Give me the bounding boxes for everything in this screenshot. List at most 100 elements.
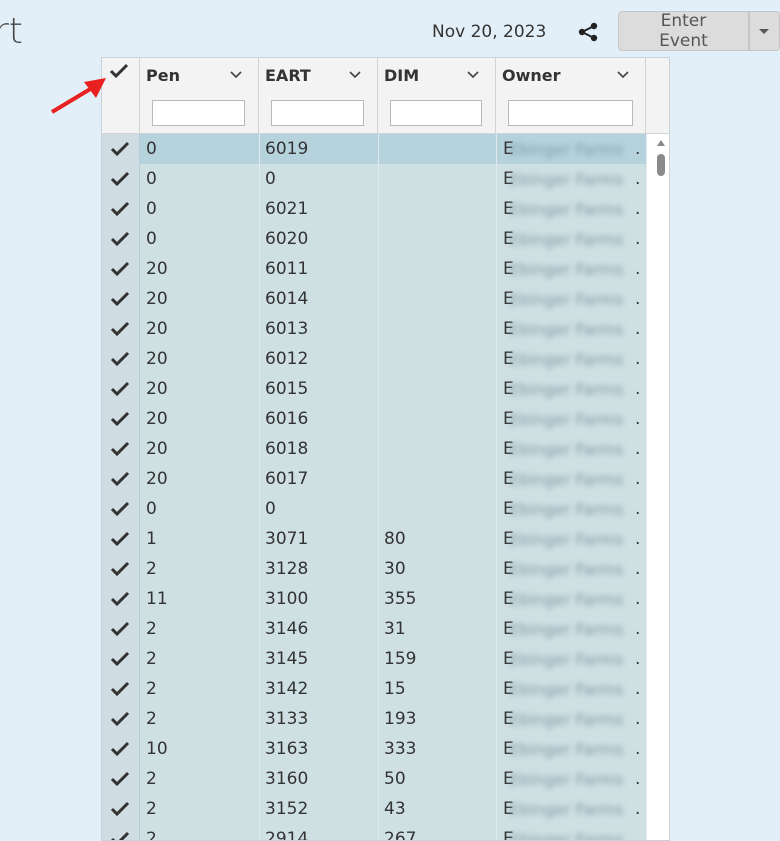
row-select-checkbox[interactable] [102, 254, 140, 284]
cell-owner-ellipsis: . [635, 289, 641, 309]
cell-owner-ellipsis: . [635, 559, 641, 579]
cell-owner-redacted: Ebinger Farms [509, 410, 624, 429]
row-select-checkbox[interactable] [102, 344, 140, 374]
check-icon [110, 231, 130, 247]
table-row[interactable]: 0 0 E Ebinger Farms. [102, 494, 647, 524]
table-row[interactable]: 2 3152 43 E Ebinger Farms. [102, 794, 647, 824]
cell-dim: 50 [384, 769, 406, 789]
share-icon[interactable] [576, 20, 600, 44]
row-select-checkbox[interactable] [102, 134, 140, 164]
cell-eart: 3128 [265, 559, 309, 579]
row-select-checkbox[interactable] [102, 314, 140, 344]
table-row[interactable]: 20 6014 E Ebinger Farms. [102, 284, 647, 314]
table-row[interactable]: 0 6020 E Ebinger Farms. [102, 224, 647, 254]
column-header-pen[interactable]: Pen [140, 58, 259, 133]
row-select-checkbox[interactable] [102, 434, 140, 464]
table-row[interactable]: 20 6015 E Ebinger Farms. [102, 374, 647, 404]
cell-pen: 2 [146, 619, 157, 639]
chevron-down-icon[interactable] [617, 71, 629, 79]
chevron-down-icon[interactable] [230, 71, 242, 79]
row-select-checkbox[interactable] [102, 284, 140, 314]
row-select-checkbox[interactable] [102, 404, 140, 434]
grid-header: Pen EART DIM Owner [102, 58, 669, 134]
cell-pen: 2 [146, 769, 157, 789]
cell-pen: 20 [146, 259, 168, 279]
column-label: Pen [146, 66, 180, 85]
cell-owner-ellipsis: . [635, 769, 641, 789]
cell-owner-ellipsis: . [635, 619, 641, 639]
cell-pen: 20 [146, 379, 168, 399]
date-label: Nov 20, 2023 [432, 22, 547, 42]
scrollbar-thumb[interactable] [657, 154, 665, 176]
row-select-checkbox[interactable] [102, 164, 140, 194]
chevron-down-icon[interactable] [349, 71, 361, 79]
row-select-checkbox[interactable] [102, 764, 140, 794]
cell-owner-redacted: Ebinger Farms [509, 170, 624, 189]
row-select-checkbox[interactable] [102, 374, 140, 404]
row-select-checkbox[interactable] [102, 494, 140, 524]
row-select-checkbox[interactable] [102, 614, 140, 644]
table-row[interactable]: 20 6017 E Ebinger Farms. [102, 464, 647, 494]
row-select-checkbox[interactable] [102, 194, 140, 224]
cell-pen: 2 [146, 829, 157, 841]
row-select-checkbox[interactable] [102, 224, 140, 254]
table-row[interactable]: 11 3100 355 E Ebinger Farms. [102, 584, 647, 614]
cell-owner-ellipsis: . [635, 799, 641, 819]
table-row[interactable]: 2 3145 159 E Ebinger Farms. [102, 644, 647, 674]
table-row[interactable]: 10 3163 333 E Ebinger Farms. [102, 734, 647, 764]
column-divider [378, 134, 379, 840]
row-select-checkbox[interactable] [102, 524, 140, 554]
cell-eart: 6013 [265, 319, 309, 339]
table-row[interactable]: 2 3160 50 E Ebinger Farms. [102, 764, 647, 794]
table-row[interactable]: 2 3142 15 E Ebinger Farms. [102, 674, 647, 704]
row-select-checkbox[interactable] [102, 704, 140, 734]
row-select-checkbox[interactable] [102, 554, 140, 584]
table-row[interactable]: 20 6018 E Ebinger Farms. [102, 434, 647, 464]
cell-owner-ellipsis: . [635, 709, 641, 729]
check-icon [110, 621, 130, 637]
row-select-checkbox[interactable] [102, 584, 140, 614]
row-select-checkbox[interactable] [102, 464, 140, 494]
row-select-checkbox[interactable] [102, 644, 140, 674]
cell-eart: 6014 [265, 289, 309, 309]
table-row[interactable]: 2 3146 31 E Ebinger Farms. [102, 614, 647, 644]
cell-pen: 0 [146, 199, 157, 219]
row-select-checkbox[interactable] [102, 674, 140, 704]
filter-input-eart[interactable] [271, 100, 364, 126]
table-row[interactable]: 2 2914 267 E Ebinger Farms. [102, 824, 647, 841]
filter-input-owner[interactable] [508, 100, 633, 126]
filter-input-dim[interactable] [390, 100, 482, 126]
table-row[interactable]: 1 3071 80 E Ebinger Farms. [102, 524, 647, 554]
column-label: EART [265, 66, 311, 85]
column-header-eart[interactable]: EART [259, 58, 378, 133]
table-row[interactable]: 2 3133 193 E Ebinger Farms. [102, 704, 647, 734]
cell-owner-ellipsis: . [635, 499, 641, 519]
row-select-checkbox[interactable] [102, 824, 140, 840]
table-row[interactable]: 0 0 E Ebinger Farms. [102, 164, 647, 194]
table-row[interactable]: 2 3128 30 E Ebinger Farms. [102, 554, 647, 584]
cell-eart: 6011 [265, 259, 309, 279]
chevron-down-icon[interactable] [467, 71, 479, 79]
table-row[interactable]: 20 6016 E Ebinger Farms. [102, 404, 647, 434]
cell-owner-redacted: Ebinger Farms [509, 770, 624, 789]
column-header-dim[interactable]: DIM [378, 58, 496, 133]
table-row[interactable]: 20 6011 E Ebinger Farms. [102, 254, 647, 284]
table-row[interactable]: 0 6021 E Ebinger Farms. [102, 194, 647, 224]
filter-input-pen[interactable] [152, 100, 245, 126]
column-header-owner[interactable]: Owner [496, 58, 646, 133]
table-row[interactable]: 20 6013 E Ebinger Farms. [102, 314, 647, 344]
cell-eart: 3152 [265, 799, 309, 819]
enter-event-button[interactable]: Enter Event [618, 11, 749, 51]
row-select-checkbox[interactable] [102, 734, 140, 764]
cell-owner-redacted: Ebinger Farms [509, 200, 624, 219]
cell-owner-redacted: Ebinger Farms [509, 470, 624, 489]
check-icon [109, 63, 129, 79]
scroll-up-icon[interactable] [657, 140, 665, 146]
vertical-scrollbar[interactable] [649, 134, 669, 840]
table-row[interactable]: 0 6019 E Ebinger Farms. [102, 134, 647, 164]
enter-event-dropdown-toggle[interactable] [748, 11, 780, 51]
cell-owner-ellipsis: . [635, 319, 641, 339]
cell-owner-ellipsis: . [635, 199, 641, 219]
row-select-checkbox[interactable] [102, 794, 140, 824]
table-row[interactable]: 20 6012 E Ebinger Farms. [102, 344, 647, 374]
